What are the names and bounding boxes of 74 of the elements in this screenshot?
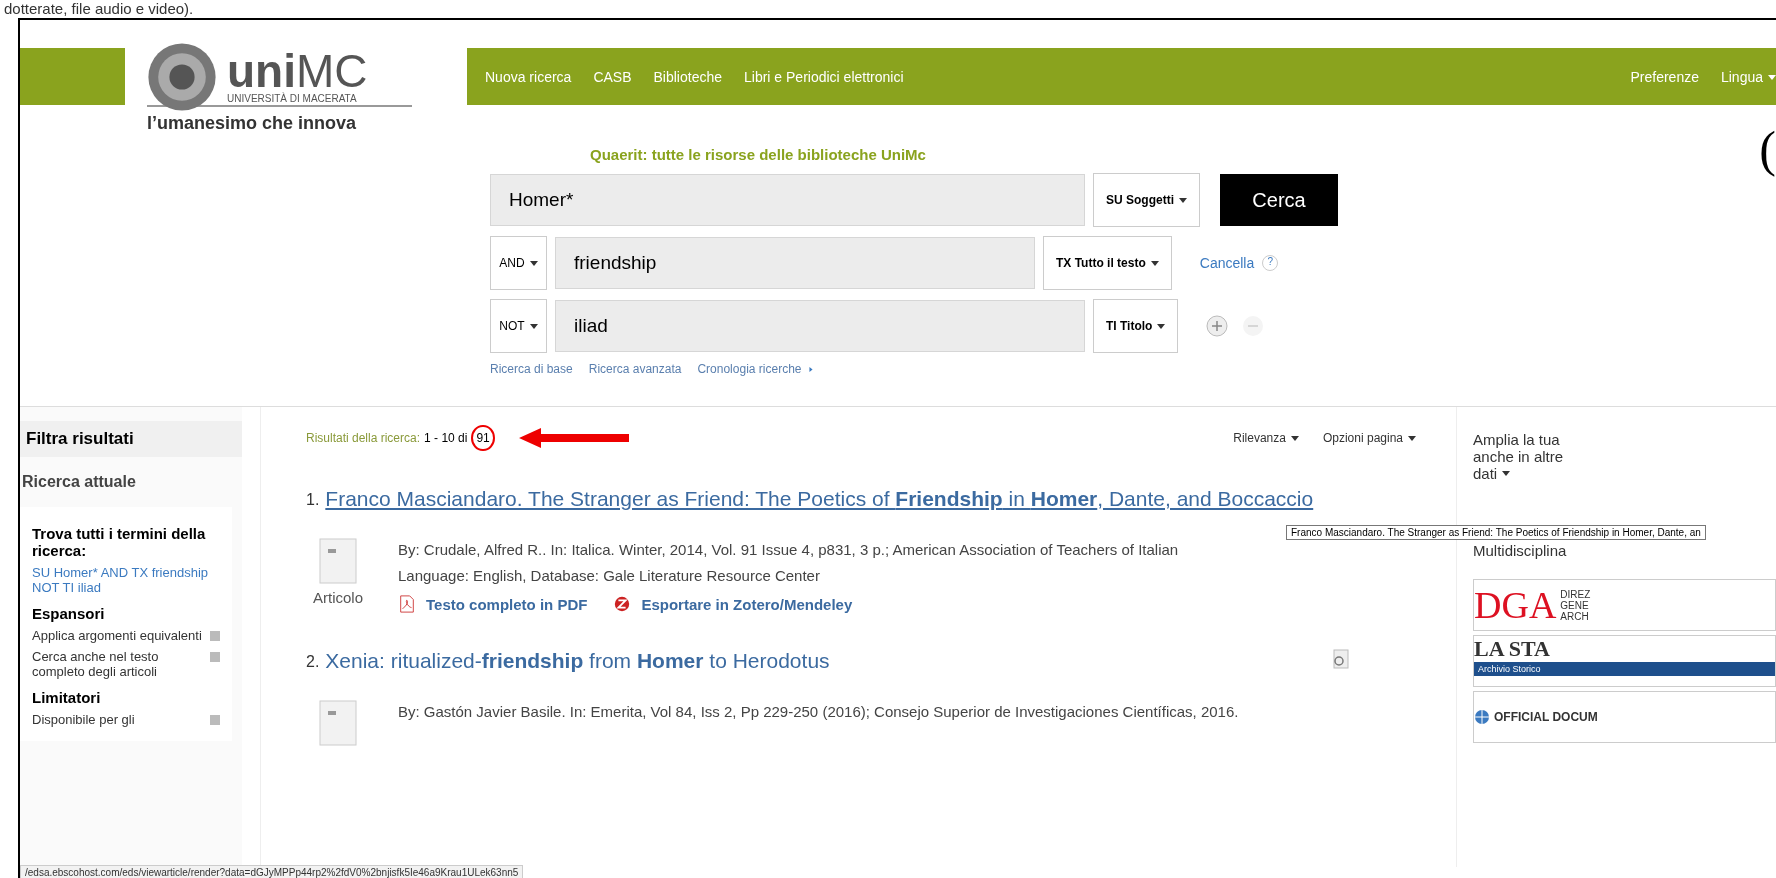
pdf-icon [398, 595, 416, 613]
search-field[interactable]: Homer* [490, 174, 1085, 226]
arrow-icon [518, 428, 629, 448]
operator-dropdown[interactable]: AND [490, 236, 547, 290]
clear-link[interactable]: Cancella [1199, 255, 1255, 271]
query-link[interactable]: SU Homer* AND TX friendship NOT TI iliad [32, 565, 220, 595]
zotero-icon [613, 595, 632, 613]
caret-icon [1408, 436, 1416, 442]
result-title[interactable]: Xenia: ritualized-friendship from Homer to Herodotus [325, 649, 1326, 673]
results-range: 1 - 10 di [424, 431, 468, 445]
field-dropdown[interactable]: SU Soggetti [1093, 173, 1200, 227]
globe-icon [1474, 709, 1490, 725]
add-row-icon[interactable] [1206, 315, 1229, 337]
result-number: 1. [306, 491, 320, 509]
logo-subtitle: UNIVERSITÀ DI MACERATA [227, 93, 358, 104]
document-icon [318, 537, 358, 585]
tooltip: Franco Masciandaro. The Stranger as Friend: The Poetics of Friendship in Homer, Dante, an [1286, 525, 1706, 540]
result-number: 2. [306, 653, 320, 671]
results-label: Risultati della ricerca: [306, 431, 421, 445]
remove-icon[interactable] [210, 631, 220, 641]
search-field[interactable]: iliad [555, 300, 1085, 352]
status-bar-url: /edsa.ebscohost.com/eds/viewarticle/render?data=dGJyMPPp44rp2%2fdV0%2bnjisfk5Ie46a9Krau1ULek63nn5 [20, 865, 524, 878]
result-title[interactable]: Franco Masciandaro. The Stranger as Friend: The Poetics of Friendship in Homer, Dante, and Boccaccio [325, 487, 1326, 511]
expand-search-text[interactable]: anche in altre [1473, 448, 1564, 465]
tagline: l’umanesimo che innova [147, 113, 358, 134]
group-heading: Espansori [32, 605, 106, 622]
caret-icon [1150, 261, 1159, 267]
field-dropdown[interactable]: TI Titolo [1093, 299, 1179, 353]
preview-icon[interactable] [1331, 649, 1352, 669]
logo-wordmark: uniMC [227, 49, 368, 93]
remove-icon[interactable] [210, 652, 220, 662]
result-meta: Language: English, Database: Gale Literature Resource Center [398, 566, 821, 586]
search-link[interactable]: Ricerca di base [490, 362, 573, 376]
document-type: Articolo [312, 589, 364, 606]
result-link[interactable]: Esportare in Zotero/Mendeley [613, 595, 853, 613]
search-button[interactable]: Cerca [1220, 174, 1338, 226]
caret-icon [1290, 436, 1299, 442]
expand-search-text[interactable]: dati [1473, 465, 1498, 482]
seal-icon [147, 41, 217, 112]
caret-icon [1768, 75, 1776, 81]
sidebar-title: Filtra risultati [20, 421, 242, 457]
search-link[interactable]: Cronologia ricerche [697, 362, 815, 376]
database-heading: Multidisciplina [1473, 542, 1568, 559]
filter-label: Applica argomenti equivalenti [32, 628, 202, 643]
group-heading: Limitatori [32, 689, 102, 706]
slide-caption: dotterate, file audio e video). [3, 0, 195, 18]
caret-icon [1502, 471, 1511, 476]
remove-icon[interactable] [210, 715, 220, 725]
sort-dropdown[interactable]: Opzioni pagina [1322, 431, 1416, 445]
result-link[interactable]: Testo completo in PDF [398, 595, 588, 613]
filter-label: Disponibile per gli [32, 712, 135, 727]
database-logo[interactable]: LA STA Archivio Storico [1473, 635, 1776, 687]
triangle-icon [806, 367, 815, 373]
section-heading[interactable]: Ricerca attuale [20, 457, 242, 507]
field-dropdown[interactable]: TX Tutto il testo [1043, 236, 1172, 290]
document-icon [318, 699, 358, 747]
expand-search-text[interactable]: Amplia la tua [1473, 431, 1560, 448]
result-meta: By: Gastón Javier Basile. In: Emerita, Vol 84, Iss 2, Pp 229-250 (2016); Consejo Superior de Investigaciones Científicas, 2016. [398, 702, 1239, 722]
remove-row-icon[interactable] [1242, 315, 1265, 337]
search-field[interactable]: friendship [555, 237, 1035, 289]
results-count: 91 [471, 425, 495, 451]
database-logo[interactable]: OFFICIAL DOCUM [1473, 691, 1776, 743]
search-link[interactable]: Ricerca avanzata [588, 362, 682, 376]
filter-label: Cerca anche nel testo completo degli articoli [32, 649, 160, 679]
group-heading: Trova tutti i termini della ricerca: [32, 525, 207, 559]
caret-icon [529, 261, 538, 267]
caret-icon [1157, 324, 1166, 330]
result-meta: By: Crudale, Alfred R.. In: Italica. Winter, 2014, Vol. 91 Issue 4, p831, 3 p.; American Association of Teachers of Italian [398, 540, 1179, 560]
operator-dropdown[interactable]: NOT [490, 299, 547, 353]
caret-icon [1179, 198, 1187, 204]
sort-dropdown[interactable]: Rilevanza [1233, 431, 1299, 445]
partial-logo: ( [1759, 120, 1776, 178]
caret-icon [529, 324, 538, 330]
search-title: Quaerit: tutte le risorse delle biblioteche UniMc [590, 146, 927, 163]
